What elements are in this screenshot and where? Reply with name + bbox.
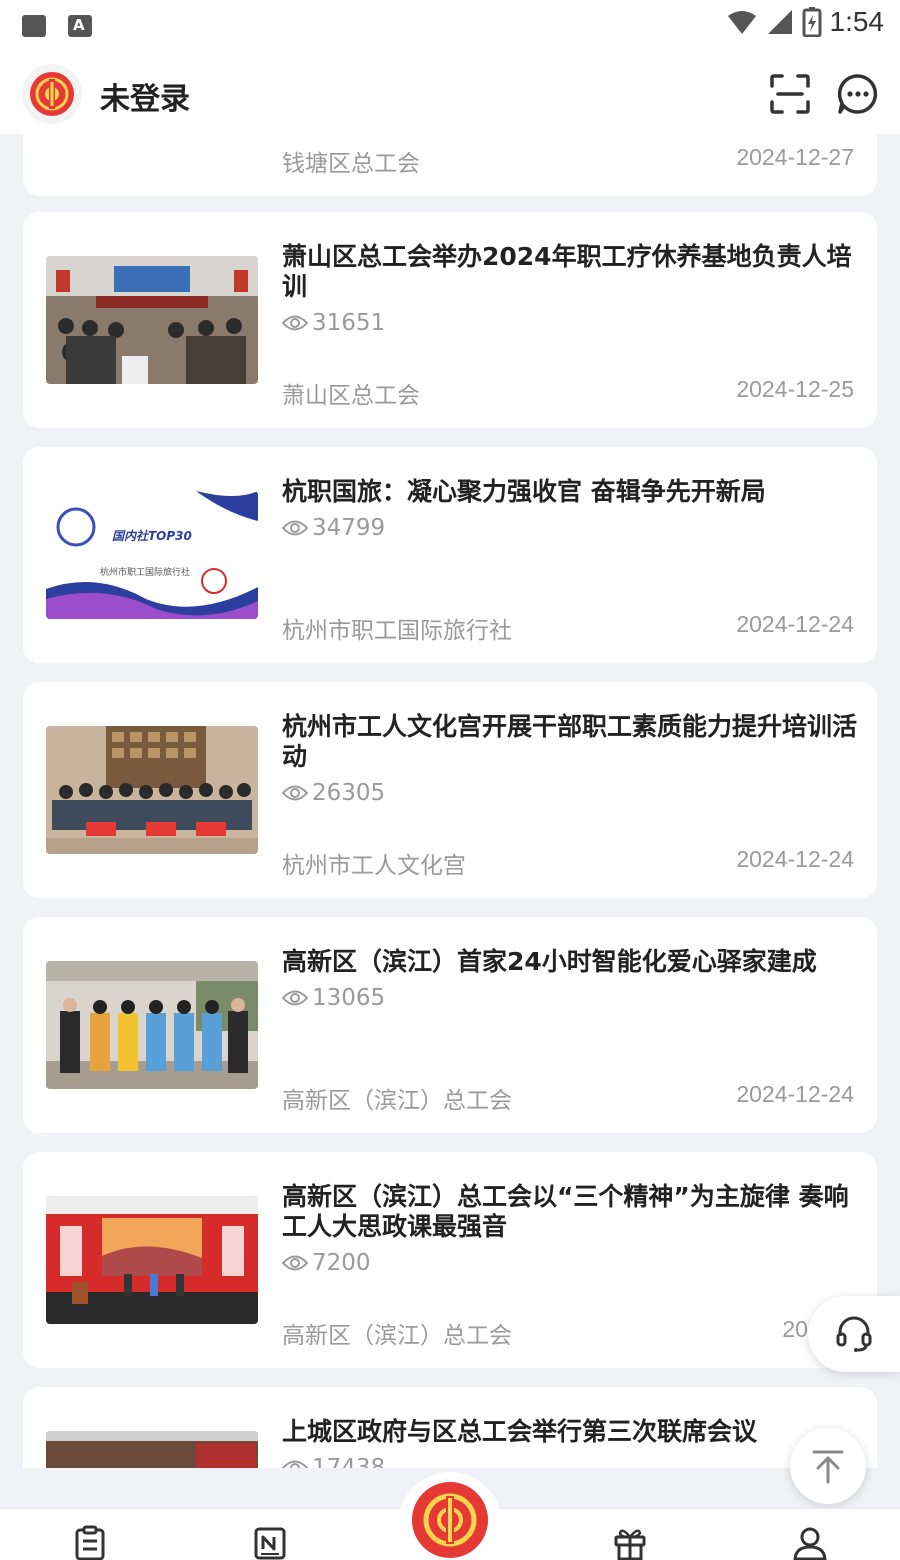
battery-icon [802, 7, 821, 37]
view-count: 13065 [282, 985, 385, 1011]
app-notification-icon [68, 15, 92, 37]
gift-icon[interactable] [612, 1525, 648, 1560]
news-card[interactable]: 国内社TOP30 杭州市职工国际旅行社 杭职国旅：凝心聚力强收官 奋辑争先开新局… [23, 447, 877, 663]
union-emblem-icon [30, 72, 74, 116]
avatar[interactable] [22, 64, 82, 124]
profile-icon[interactable] [792, 1525, 828, 1560]
headset-icon [836, 1316, 872, 1352]
customer-service-button[interactable] [808, 1296, 900, 1372]
news-source: 杭州市职工国际旅行社 [282, 618, 512, 644]
eye-icon [282, 785, 308, 801]
news-title: 上城区政府与区总工会举行第三次联席会议 [282, 1417, 758, 1446]
wifi-icon [727, 11, 756, 34]
news-thumbnail [46, 1431, 258, 1468]
news-card[interactable]: 高新区（滨江）首家24小时智能化爱心驿家建成 13065 高新区（滨江）总工会 … [23, 917, 877, 1133]
view-count: 26305 [282, 780, 385, 806]
news-date: 2024-12-25 [736, 376, 854, 402]
news-source: 高新区（滨江）总工会 [282, 1088, 512, 1114]
view-count-value: 7200 [312, 1250, 371, 1276]
news-title: 萧山区总工会举办2024年职工疗休养基地负责人培训 [282, 242, 852, 301]
list-icon[interactable] [72, 1525, 108, 1560]
news-thumbnail [46, 1196, 258, 1324]
view-count-value: 34799 [312, 515, 386, 541]
app-header: 未登录 [0, 52, 900, 134]
news-thumbnail [46, 256, 258, 384]
thumb-name-text: 杭州市职工国际旅行社 [100, 568, 191, 578]
view-count: 31651 [282, 310, 385, 336]
status-bar: 1:54 [0, 0, 900, 52]
news-card[interactable]: 上城区政府与区总工会举行第三次联席会议 17438 [23, 1387, 877, 1468]
view-count: 34799 [282, 515, 385, 541]
news-feed[interactable]: 钱塘区总工会 2024-12-27 萧山区总工会举办2024年职工疗休养基地负责… [0, 134, 900, 1468]
news-date: 2024-12-24 [736, 846, 854, 872]
signal-icon [767, 10, 792, 34]
news-card[interactable]: 萧山区总工会举办2024年职工疗休养基地负责人培训 31651 萧山区总工会 2… [23, 212, 877, 428]
thumb-badge-text: 国内社TOP30 [112, 529, 192, 543]
union-logo-icon [423, 1493, 477, 1547]
eye-icon [282, 1460, 308, 1468]
view-count-value: 26305 [312, 780, 386, 806]
news-title: 杭职国旅：凝心聚力强收官 奋辑争先开新局 [282, 477, 766, 506]
news-thumbnail [46, 961, 258, 1089]
view-count-value: 17438 [312, 1455, 386, 1468]
news-date: 2024-12-24 [736, 1081, 854, 1107]
eye-icon [282, 520, 308, 536]
news-date: 2024-12-27 [736, 144, 854, 170]
status-time: 1:54 [829, 6, 885, 37]
view-count-value: 13065 [312, 985, 386, 1011]
news-thumbnail: 国内社TOP30 杭州市职工国际旅行社 [46, 491, 258, 619]
home-center-button[interactable] [412, 1482, 488, 1558]
gallery-notification-icon [22, 15, 46, 37]
view-count-value: 31651 [312, 310, 386, 336]
news-source: 萧山区总工会 [282, 383, 420, 409]
news-card[interactable]: 杭州市工人文化宫开展干部职工素质能力提升培训活动 26305 杭州市工人文化宫 … [23, 682, 877, 898]
news-title: 高新区（滨江）首家24小时智能化爱心驿家建成 [282, 947, 817, 976]
eye-icon [282, 315, 308, 331]
view-count: 7200 [282, 1250, 371, 1276]
back-to-top-icon [812, 1450, 844, 1484]
news-title: 高新区（滨江）总工会以“三个精神”为主旋律 奏响工人大思政课最强音 [282, 1182, 849, 1241]
scan-icon[interactable] [766, 70, 814, 118]
eye-icon [282, 1255, 308, 1271]
back-to-top-button[interactable] [790, 1428, 866, 1504]
news-source: 杭州市工人文化宫 [282, 853, 466, 879]
news-thumbnail [46, 726, 258, 854]
news-card[interactable]: 钱塘区总工会 2024-12-27 [23, 134, 877, 196]
news-title: 杭州市工人文化宫开展干部职工素质能力提升培训活动 [282, 712, 858, 771]
news-source: 高新区（滨江）总工会 [282, 1323, 512, 1349]
news-icon[interactable] [252, 1525, 288, 1560]
eye-icon [282, 990, 308, 1006]
page-title: 未登录 [100, 82, 190, 117]
view-count: 17438 [282, 1455, 385, 1468]
message-icon[interactable] [834, 70, 882, 118]
news-card[interactable]: 高新区（滨江）总工会以“三个精神”为主旋律 奏响工人大思政课最强音 7200 高… [23, 1152, 877, 1368]
news-date: 2024-12-24 [736, 611, 854, 637]
news-source: 钱塘区总工会 [282, 151, 420, 177]
